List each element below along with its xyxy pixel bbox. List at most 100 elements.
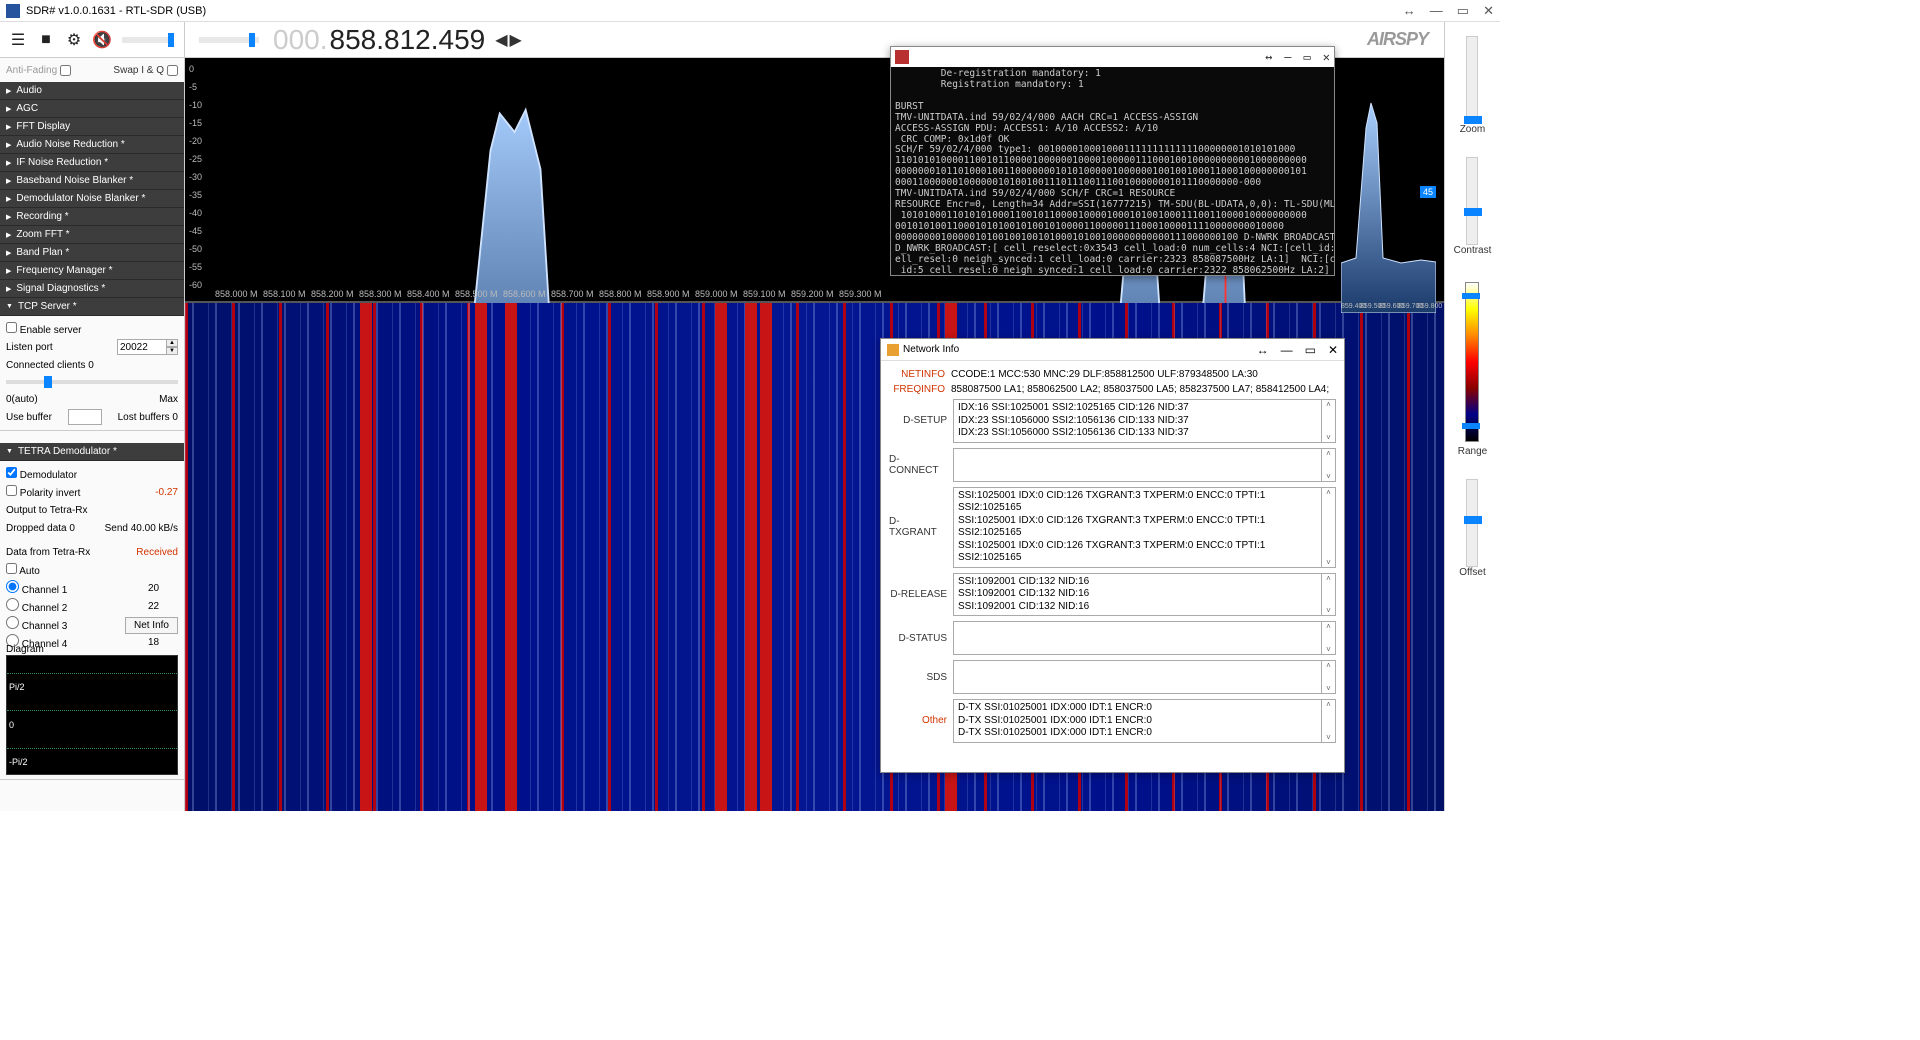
network-info-window[interactable]: Network Info ↔—▭✕ NETINFOCCODE:1 MCC:530…	[880, 338, 1345, 773]
panel-tetra: Demodulator Polarity invert-0.27 Output …	[0, 461, 184, 780]
zoom-slider[interactable]	[1466, 36, 1478, 124]
x-axis-label: 858.700 M	[551, 289, 594, 299]
panel-header[interactable]: Demodulator Noise Blanker *	[0, 190, 184, 208]
gear-icon[interactable]: ⚙	[62, 28, 86, 52]
chevron-left-icon: ◀	[495, 30, 507, 50]
netinfo-section-label: D-TXGRANT	[889, 487, 953, 568]
minimize-icon[interactable]: —	[1430, 4, 1443, 17]
netinfo-app-icon	[887, 344, 899, 356]
panel-header[interactable]: Zoom FFT *	[0, 226, 184, 244]
scrollbar[interactable]: ˄˅	[1322, 399, 1336, 443]
channel-radio[interactable]: Channel 2	[6, 598, 67, 614]
panel-tcp-header[interactable]: TCP Server *	[0, 298, 184, 316]
scrollbar[interactable]: ˄˅	[1322, 573, 1336, 617]
panel-header[interactable]: Signal Diagnostics *	[0, 280, 184, 298]
x-axis-label: 859.000 M	[695, 289, 738, 299]
listen-port-label: Listen port	[6, 342, 53, 353]
polarity-checkbox[interactable]: Polarity invert	[6, 485, 80, 499]
use-buffer-input[interactable]	[68, 409, 102, 425]
x-axis-label: 859.100 M	[743, 289, 786, 299]
x-axis-label: 858.000 M	[215, 289, 258, 299]
x-axis-label: 858.300 M	[359, 289, 402, 299]
resize-icon[interactable]: ↔	[1257, 343, 1269, 357]
panel-tetra-header[interactable]: TETRA Demodulator *	[0, 443, 184, 461]
window-controls: ↔ — ▭ ✕	[1403, 4, 1494, 17]
y-axis-label: -40	[189, 208, 202, 218]
contrast-slider[interactable]	[1466, 157, 1478, 245]
decoder-console-window[interactable]: ↔—▭✕ De-registration mandatory: 1 Regist…	[890, 46, 1335, 276]
scrollbar[interactable]: ˄˅	[1322, 660, 1336, 694]
channel-radio[interactable]: Channel 1	[6, 580, 67, 596]
scrollbar[interactable]: ˄˅	[1322, 448, 1336, 482]
panel-header[interactable]: Audio	[0, 82, 184, 100]
y-axis-label: -55	[189, 262, 202, 272]
sidebar: ☰ ■ ⚙ 🔇 Anti-Fading Swap I & Q AudioAGCF…	[0, 22, 185, 811]
close-icon[interactable]: ✕	[1323, 50, 1330, 64]
netinfo-titlebar[interactable]: Network Info ↔—▭✕	[881, 339, 1344, 361]
lost-buffers: Lost buffers 0	[118, 412, 178, 423]
netinfo-section-box	[953, 448, 1322, 482]
secondary-spectrum: 45 859.400859.500859.600859.700859.800	[1341, 68, 1436, 313]
channel-radio[interactable]: Channel 3	[6, 616, 67, 632]
panel-header[interactable]: Frequency Manager *	[0, 262, 184, 280]
y-axis-label: -25	[189, 154, 202, 164]
close-icon[interactable]: ✕	[1483, 4, 1494, 17]
swap-iq-checkbox[interactable]: Swap I & Q	[113, 65, 178, 76]
resize-icon[interactable]: ↔	[1403, 4, 1416, 17]
panel-header[interactable]: Band Plan *	[0, 244, 184, 262]
x-axis-label: 858.800 M	[599, 289, 642, 299]
panel-header[interactable]: Baseband Noise Blanker *	[0, 172, 184, 190]
listen-port-input[interactable]: ▲▼	[117, 339, 178, 355]
use-buffer-label: Use buffer	[6, 412, 52, 423]
x-axis-label: 859.200 M	[791, 289, 834, 299]
maximize-icon[interactable]: ▭	[1304, 50, 1311, 64]
frequency-display[interactable]: 000.858.812.459	[273, 24, 485, 56]
offset-slider[interactable]	[1466, 479, 1478, 567]
stop-icon[interactable]: ■	[34, 28, 58, 52]
x-axis-label: 859.300 M	[839, 289, 882, 299]
panel-header[interactable]: IF Noise Reduction *	[0, 154, 184, 172]
auto-checkbox[interactable]: Auto	[6, 563, 40, 577]
freq-step-arrows[interactable]: ◀▶	[495, 30, 522, 50]
anti-fading-checkbox[interactable]: Anti-Fading	[6, 65, 71, 76]
netinfo-section-box	[953, 621, 1322, 655]
net-info-button[interactable]: Net Info	[125, 617, 178, 634]
y-axis-label: -30	[189, 172, 202, 182]
resize-icon[interactable]: ↔	[1265, 50, 1272, 64]
console-app-icon	[895, 50, 909, 64]
console-titlebar[interactable]: ↔ — ▭ ✕	[891, 47, 1334, 67]
maximize-icon[interactable]: ▭	[1305, 343, 1316, 357]
demodulator-checkbox[interactable]: Demodulator	[6, 467, 77, 481]
maximize-icon[interactable]: ▭	[1457, 4, 1469, 17]
scrollbar[interactable]: ˄˅	[1322, 699, 1336, 743]
y-axis-label: -20	[189, 136, 202, 146]
minimize-icon[interactable]: —	[1284, 50, 1291, 64]
control-strip: ☰ ■ ⚙ 🔇	[0, 22, 184, 58]
netinfo-section-box: SSI:1092001 CID:132 NID:16SSI:1092001 CI…	[953, 573, 1322, 617]
titlebar: SDR# v1.0.0.1631 - RTL-SDR (USB) ↔ — ▭ ✕	[0, 0, 1500, 22]
tcp-slider[interactable]	[6, 380, 178, 384]
panel-header[interactable]: Audio Noise Reduction *	[0, 136, 184, 154]
netinfo-section-label: SDS	[889, 660, 953, 694]
panel-header[interactable]: FFT Display	[0, 118, 184, 136]
netinfo-section-box	[953, 660, 1322, 694]
menu-icon[interactable]: ☰	[6, 28, 30, 52]
minimize-icon[interactable]: —	[1281, 343, 1293, 357]
netinfo-body: NETINFOCCODE:1 MCC:530 MNC:29 DLF:858812…	[881, 361, 1344, 756]
netinfo-section-label: D-RELEASE	[889, 573, 953, 617]
scrollbar[interactable]: ˄˅	[1322, 487, 1336, 568]
y-axis-label: -10	[189, 100, 202, 110]
tune-slider[interactable]	[199, 37, 259, 43]
window-title: SDR# v1.0.0.1631 - RTL-SDR (USB)	[26, 5, 206, 17]
panel-header[interactable]: AGC	[0, 100, 184, 118]
x-axis-label: 858.400 M	[407, 289, 450, 299]
app-icon	[6, 4, 20, 18]
panel-header[interactable]: Recording *	[0, 208, 184, 226]
constellation-diagram: Pi/2 0 -Pi/2	[6, 655, 178, 775]
y-axis-label: -5	[189, 82, 197, 92]
volume-slider[interactable]	[122, 37, 174, 43]
mute-icon[interactable]: 🔇	[90, 28, 114, 52]
enable-server-checkbox[interactable]: Enable server	[6, 322, 81, 336]
close-icon[interactable]: ✕	[1328, 343, 1338, 357]
scrollbar[interactable]: ˄˅	[1322, 621, 1336, 655]
